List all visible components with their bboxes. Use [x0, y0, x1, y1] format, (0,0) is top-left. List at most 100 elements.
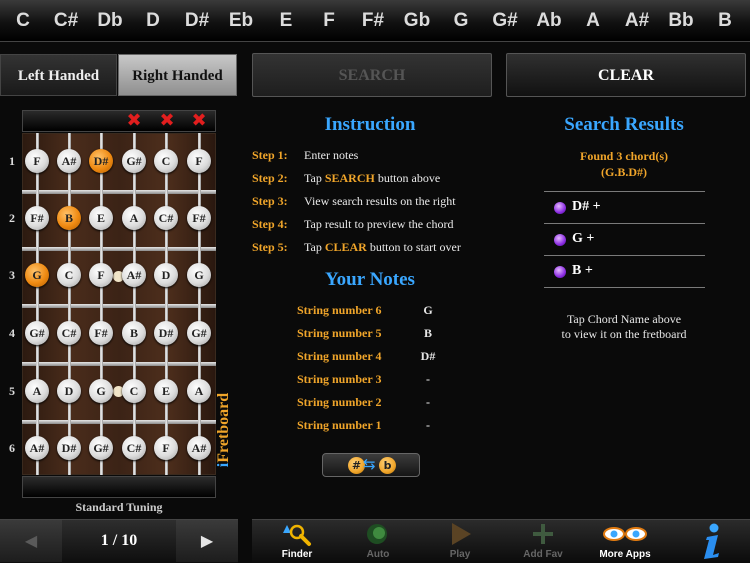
fret-note[interactable]: F: [187, 149, 211, 173]
note-key-5[interactable]: Eb: [221, 0, 261, 42]
fret-note[interactable]: C#: [154, 206, 178, 230]
fret-note[interactable]: F#: [187, 206, 211, 230]
string-note-value: B: [423, 326, 432, 340]
fret-note[interactable]: G#: [89, 436, 113, 460]
note-key-13[interactable]: A: [573, 0, 613, 42]
note-key-16[interactable]: B: [705, 0, 745, 42]
note-key-8[interactable]: F#: [353, 0, 393, 42]
info-icon: [704, 523, 719, 559]
fret-note[interactable]: D: [154, 263, 178, 287]
search-results-title: Search Results: [564, 114, 684, 135]
fret-note[interactable]: C: [57, 263, 81, 287]
mute-string-4-close-icon[interactable]: ✖: [125, 112, 143, 130]
result-chord-name: B +: [572, 263, 593, 278]
note-key-3[interactable]: D: [133, 0, 173, 42]
note-key-11[interactable]: G#: [485, 0, 525, 42]
fret-note[interactable]: D#: [154, 321, 178, 345]
play-icon: [419, 522, 501, 548]
note-key-1[interactable]: C#: [46, 0, 86, 42]
fret-wire: [22, 190, 216, 194]
note-key-15[interactable]: Bb: [661, 0, 701, 42]
step-keyword: SEARCH: [324, 171, 375, 185]
fret-note[interactable]: A: [187, 379, 211, 403]
search-result-item[interactable]: B +: [544, 256, 705, 288]
guitar-string: [36, 133, 39, 475]
prev-page-button[interactable]: ◀: [0, 520, 62, 562]
fret-note[interactable]: A#: [122, 263, 146, 287]
eyes-icon: [584, 522, 666, 548]
fret-note[interactable]: F: [154, 436, 178, 460]
fret-note[interactable]: A: [122, 206, 146, 230]
search-result-item[interactable]: G +: [544, 224, 705, 256]
fret-note[interactable]: C: [122, 379, 146, 403]
fret-note[interactable]: E: [89, 206, 113, 230]
string-number-label: String number 3: [297, 372, 382, 386]
fret-note[interactable]: F#: [25, 206, 49, 230]
step-text-post: button above: [374, 171, 441, 185]
left-handed-button[interactable]: Left Handed: [0, 54, 117, 96]
fret-note[interactable]: G#: [25, 321, 49, 345]
toolbar-more-apps-button[interactable]: More Apps: [584, 520, 666, 563]
info-button[interactable]: [694, 522, 728, 560]
toolbar-finder-button[interactable]: Finder: [256, 520, 338, 563]
fret-note[interactable]: A#: [57, 149, 81, 173]
fret-note[interactable]: A#: [187, 436, 211, 460]
fret-note[interactable]: G: [187, 263, 211, 287]
fret-wire: [22, 247, 216, 251]
right-handed-button[interactable]: Right Handed: [118, 54, 237, 96]
note-key-6[interactable]: E: [266, 0, 306, 42]
fret-note[interactable]: D#: [57, 436, 81, 460]
string-note-value: G: [423, 303, 433, 317]
fret-note[interactable]: G: [89, 379, 113, 403]
fret-number: 6: [9, 441, 15, 455]
string-number-label: String number 6: [297, 303, 382, 317]
toolbar-play-button[interactable]: Play: [419, 520, 501, 563]
fret-note[interactable]: D: [57, 379, 81, 403]
step-text: Enter notes: [304, 148, 358, 163]
note-key-10[interactable]: G: [441, 0, 481, 42]
toolbar-auto-button[interactable]: Auto: [337, 520, 419, 563]
note-key-2[interactable]: Db: [90, 0, 130, 42]
fret-note[interactable]: E: [154, 379, 178, 403]
clear-button[interactable]: CLEAR: [506, 53, 746, 97]
fret-note[interactable]: A#: [25, 436, 49, 460]
note-key-0[interactable]: C: [3, 0, 43, 42]
string-note-value: D#: [420, 349, 436, 363]
note-key-7[interactable]: F: [309, 0, 349, 42]
toolbar-add-fav-button[interactable]: Add Fav: [502, 520, 584, 563]
fret-wire: [22, 304, 216, 308]
mute-string-6-close-icon[interactable]: ✖: [190, 112, 208, 130]
sharp-flat-toggle-button[interactable]: # ⇆ b: [322, 453, 420, 477]
fret-note-selected[interactable]: B: [57, 206, 81, 230]
step-keyword: CLEAR: [324, 240, 367, 254]
string-number-label: String number 4: [297, 349, 382, 363]
fret-note[interactable]: C: [154, 149, 178, 173]
fret-note[interactable]: C#: [57, 321, 81, 345]
step-text: Tap CLEAR button to start over: [304, 240, 461, 255]
fret-note[interactable]: F#: [89, 321, 113, 345]
fret-note[interactable]: G#: [187, 321, 211, 345]
note-key-12[interactable]: Ab: [529, 0, 569, 42]
fret-number: 2: [9, 211, 15, 225]
fret-note[interactable]: F: [25, 149, 49, 173]
fret-note[interactable]: F: [89, 263, 113, 287]
toolbar-label: Finder: [281, 549, 313, 560]
fret-wire: [22, 420, 216, 424]
note-key-4[interactable]: D#: [177, 0, 217, 42]
fret-note-selected[interactable]: G: [25, 263, 49, 287]
swap-icon: ⇆: [363, 455, 376, 473]
note-key-9[interactable]: Gb: [397, 0, 437, 42]
search-result-item[interactable]: D# +: [544, 192, 705, 224]
step-label: Step 3:: [252, 194, 288, 208]
fret-note-selected[interactable]: D#: [89, 149, 113, 173]
note-key-14[interactable]: A#: [617, 0, 657, 42]
next-page-button[interactable]: ▶: [176, 520, 238, 562]
search-button[interactable]: SEARCH: [252, 53, 492, 97]
fret-note[interactable]: B: [122, 321, 146, 345]
fret-note[interactable]: G#: [122, 149, 146, 173]
step-label: Step 4:: [252, 217, 288, 231]
mute-string-5-close-icon[interactable]: ✖: [158, 112, 176, 130]
instruction-title: Instruction: [324, 114, 416, 135]
fret-note[interactable]: C#: [122, 436, 146, 460]
fret-note[interactable]: A: [25, 379, 49, 403]
